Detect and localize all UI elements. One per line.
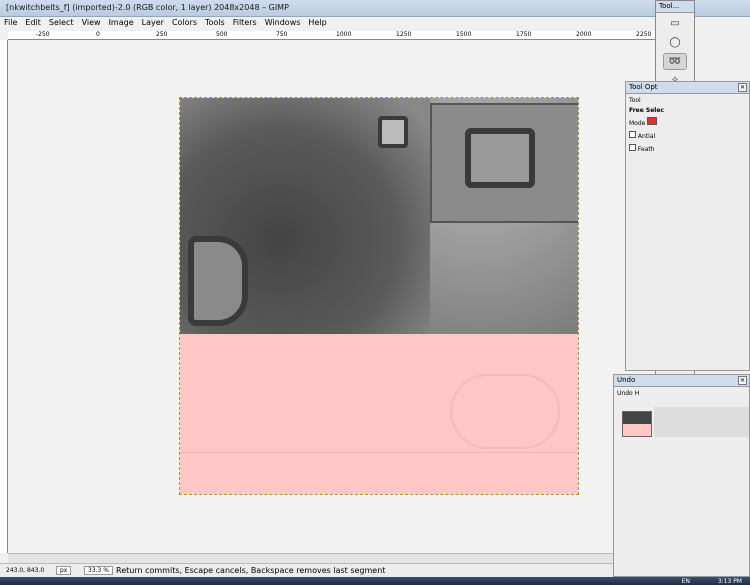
ruler-tick: 500	[216, 31, 228, 38]
free-select-icon[interactable]: ➿	[663, 53, 687, 70]
feather-checkbox[interactable]	[629, 144, 636, 151]
menu-filters[interactable]: Filters	[229, 17, 261, 28]
menu-tools[interactable]: Tools	[201, 17, 229, 28]
stitch-line	[180, 452, 578, 453]
ruler-tick: 2000	[576, 31, 592, 38]
menu-layer[interactable]: Layer	[138, 17, 168, 28]
language-indicator: EN	[681, 578, 690, 585]
mode-button[interactable]	[647, 117, 658, 125]
menu-view[interactable]: View	[78, 17, 105, 28]
menu-bar: File Edit Select View Image Layer Colors Tools F…	[0, 17, 655, 31]
taskbar: EN 3:13 PM	[0, 577, 750, 585]
ruler-tick: 1500	[456, 31, 472, 38]
mode-label: Mode	[629, 120, 646, 127]
menu-file[interactable]: File	[0, 17, 21, 28]
tool-options-tab[interactable]: Tool	[629, 97, 746, 104]
embossed-buckle	[450, 374, 560, 449]
toolbox-title: Tool...	[656, 1, 694, 13]
menu-image[interactable]: Image	[105, 17, 138, 28]
undo-list[interactable]	[654, 407, 749, 437]
antialias-label: Antial	[637, 133, 656, 140]
vertical-ruler[interactable]	[0, 40, 8, 553]
texture-bottom-region	[180, 334, 578, 494]
status-bar: 243.0, 843.0 px 33.3 % Return commits, E…	[0, 563, 655, 577]
close-icon[interactable]: ✕	[738, 83, 747, 92]
horizontal-scrollbar[interactable]	[8, 553, 655, 563]
ruler-tick: 1000	[336, 31, 352, 38]
title-bar: [nkwitchbelts_f] (imported)-2.0 (RGB col…	[0, 0, 750, 17]
status-message: Return commits, Escape cancels, Backspac…	[116, 566, 386, 575]
ruler-tick: 2250	[636, 31, 652, 38]
unit-select[interactable]: px	[56, 566, 72, 575]
menu-colors[interactable]: Colors	[168, 17, 201, 28]
menu-select[interactable]: Select	[45, 17, 78, 28]
rect-select-icon[interactable]: ▭	[663, 15, 687, 32]
undo-history-panel: Undo ✕ Undo H	[613, 374, 750, 577]
horizontal-ruler[interactable]: -250 0 250 500 750 1000 1250 1500 1750 2…	[8, 31, 655, 40]
ruler-tick: 750	[276, 31, 288, 38]
image-canvas[interactable]	[179, 97, 579, 495]
ruler-tick: 1750	[516, 31, 532, 38]
feather-label: Feath	[637, 146, 655, 153]
clock: 3:13 PM	[717, 578, 742, 585]
undo-history-item[interactable]: Undo H	[617, 390, 639, 397]
menu-windows[interactable]: Windows	[261, 17, 305, 28]
tool-options-panel: Tool Opt ✕ Tool Free Selec Mode Antial Fe…	[625, 81, 750, 371]
undo-title: Undo	[617, 376, 636, 384]
ellipse-select-icon[interactable]: ◯	[663, 34, 687, 51]
menu-edit[interactable]: Edit	[21, 17, 45, 28]
ruler-tick: 250	[156, 31, 168, 38]
zoom-select[interactable]: 33.3 %	[84, 566, 113, 575]
close-icon[interactable]: ✕	[738, 376, 747, 385]
undo-thumbnail[interactable]	[622, 411, 652, 437]
tool-heading: Free Selec	[629, 107, 664, 114]
d-ring-buckle	[188, 236, 248, 326]
buckle-graphic	[465, 128, 535, 188]
small-buckle	[378, 116, 408, 148]
ruler-tick: 1250	[396, 31, 412, 38]
window-title: [nkwitchbelts_f] (imported)-2.0 (RGB col…	[6, 3, 289, 12]
texture-top-region	[180, 98, 578, 334]
ruler-tick: -250	[36, 31, 50, 38]
antialias-checkbox[interactable]	[629, 131, 636, 138]
menu-help[interactable]: Help	[304, 17, 330, 28]
pointer-coordinates: 243.0, 843.0	[6, 567, 45, 574]
tool-options-title: Tool Opt	[629, 83, 658, 91]
ruler-tick: 0	[96, 31, 100, 38]
